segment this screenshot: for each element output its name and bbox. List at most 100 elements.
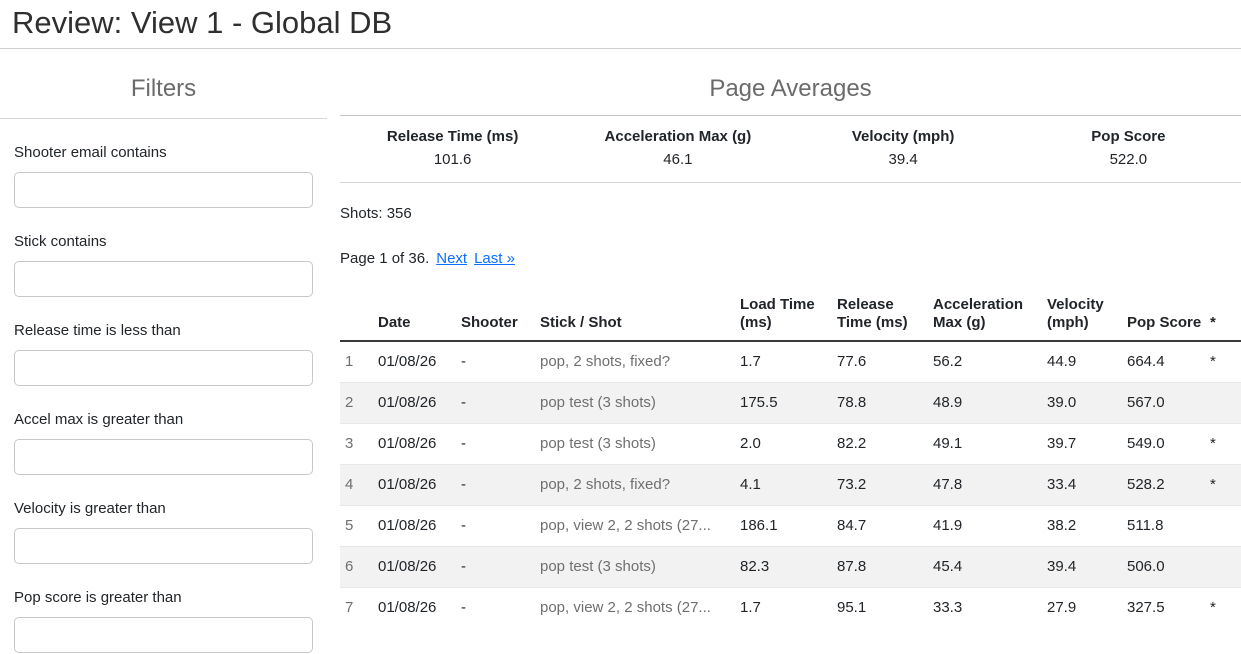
table-row: 5 01/08/26 - pop, view 2, 2 shots (27...… [340,505,1241,546]
cell-load-time: 1.7 [740,341,837,383]
shooter-email-label: Shooter email contains [14,144,313,162]
stick-input[interactable] [14,261,313,297]
cell-shooter: - [461,505,540,546]
cell-pop-score: 506.0 [1127,546,1210,587]
cell-pop-score: 528.2 [1127,464,1210,505]
cell-date: 01/08/26 [378,341,461,383]
table-row: 1 01/08/26 - pop, 2 shots, fixed? 1.7 77… [340,341,1241,383]
next-page-link[interactable]: Next [436,250,467,267]
pagination: Page 1 of 36. Next Last » [340,250,1241,268]
page-averages-table: Release Time (ms) Acceleration Max (g) V… [340,115,1241,183]
avg-accel-max-header: Acceleration Max (g) [565,115,790,149]
row-number: 2 [340,382,378,423]
cell-load-time: 175.5 [740,382,837,423]
cell-shooter: - [461,423,540,464]
filter-group-accel-max: Accel max is greater than [14,411,313,475]
table-row: 6 01/08/26 - pop test (3 shots) 82.3 87.… [340,546,1241,587]
cell-pop-score: 327.5 [1127,587,1210,628]
cell-shooter: - [461,382,540,423]
cell-load-time: 186.1 [740,505,837,546]
cell-accel-max: 41.9 [933,505,1047,546]
table-row: 2 01/08/26 - pop test (3 shots) 175.5 78… [340,382,1241,423]
shooter-email-input[interactable] [14,172,313,208]
col-header-pop-score: Pop Score [1127,292,1210,341]
release-time-label: Release time is less than [14,322,313,340]
cell-star: * [1210,341,1241,383]
cell-date: 01/08/26 [378,546,461,587]
stick-label: Stick contains [14,233,313,251]
filter-group-release-time: Release time is less than [14,322,313,386]
page-title: Review: View 1 - Global DB [12,4,1241,41]
cell-velocity: 27.9 [1047,587,1127,628]
accel-max-input[interactable] [14,439,313,475]
cell-shooter: - [461,464,540,505]
cell-stick-shot: pop, 2 shots, fixed? [540,341,740,383]
col-header-release-time: Release Time (ms) [837,292,933,341]
col-header-stick-shot: Stick / Shot [540,292,740,341]
cell-date: 01/08/26 [378,505,461,546]
row-number: 1 [340,341,378,383]
row-number: 5 [340,505,378,546]
avg-velocity-header: Velocity (mph) [791,115,1016,149]
cell-velocity: 39.7 [1047,423,1127,464]
shots-table: Date Shooter Stick / Shot Load Time (ms)… [340,292,1241,628]
cell-stick-shot: pop test (3 shots) [540,423,740,464]
pagination-status: Page 1 of 36. [340,250,429,267]
row-number: 3 [340,423,378,464]
shots-count: Shots: 356 [340,205,1241,223]
cell-pop-score: 511.8 [1127,505,1210,546]
averages-value-row: 101.6 46.1 39.4 522.0 [340,149,1241,183]
avg-release-time-value: 101.6 [340,149,565,183]
pop-score-input[interactable] [14,617,313,653]
shots-table-header-row: Date Shooter Stick / Shot Load Time (ms)… [340,292,1241,341]
accel-max-label: Accel max is greater than [14,411,313,429]
cell-velocity: 33.4 [1047,464,1127,505]
cell-load-time: 2.0 [740,423,837,464]
row-number: 4 [340,464,378,505]
cell-release-time: 95.1 [837,587,933,628]
avg-velocity-value: 39.4 [791,149,1016,183]
release-time-input[interactable] [14,350,313,386]
row-number: 7 [340,587,378,628]
cell-stick-shot: pop, view 2, 2 shots (27... [540,505,740,546]
cell-star [1210,546,1241,587]
cell-stick-shot: pop, view 2, 2 shots (27... [540,587,740,628]
avg-release-time-header: Release Time (ms) [340,115,565,149]
cell-shooter: - [461,546,540,587]
cell-star: * [1210,464,1241,505]
cell-date: 01/08/26 [378,382,461,423]
page-averages-heading: Page Averages [340,75,1241,104]
page-header: Review: View 1 - Global DB [0,4,1241,41]
cell-release-time: 84.7 [837,505,933,546]
main-panel: Page Averages Release Time (ms) Accelera… [340,49,1241,628]
velocity-input[interactable] [14,528,313,564]
avg-pop-score-value: 522.0 [1016,149,1241,183]
cell-load-time: 4.1 [740,464,837,505]
cell-accel-max: 47.8 [933,464,1047,505]
cell-velocity: 44.9 [1047,341,1127,383]
row-number: 6 [340,546,378,587]
filters-panel: Filters Shooter email contains Stick con… [0,49,327,653]
cell-velocity: 39.4 [1047,546,1127,587]
cell-release-time: 78.8 [837,382,933,423]
cell-load-time: 82.3 [740,546,837,587]
cell-star: * [1210,587,1241,628]
col-header-star: * [1210,292,1241,341]
cell-accel-max: 56.2 [933,341,1047,383]
col-header-num [340,292,378,341]
cell-velocity: 39.0 [1047,382,1127,423]
cell-accel-max: 49.1 [933,423,1047,464]
avg-accel-max-value: 46.1 [565,149,790,183]
col-header-date: Date [378,292,461,341]
filter-group-pop-score: Pop score is greater than [14,589,313,653]
cell-release-time: 82.2 [837,423,933,464]
filters-heading: Filters [14,75,313,104]
cell-accel-max: 33.3 [933,587,1047,628]
cell-accel-max: 45.4 [933,546,1047,587]
cell-release-time: 87.8 [837,546,933,587]
col-header-shooter: Shooter [461,292,540,341]
last-page-link[interactable]: Last » [474,250,515,267]
cell-pop-score: 664.4 [1127,341,1210,383]
cell-pop-score: 567.0 [1127,382,1210,423]
table-row: 7 01/08/26 - pop, view 2, 2 shots (27...… [340,587,1241,628]
